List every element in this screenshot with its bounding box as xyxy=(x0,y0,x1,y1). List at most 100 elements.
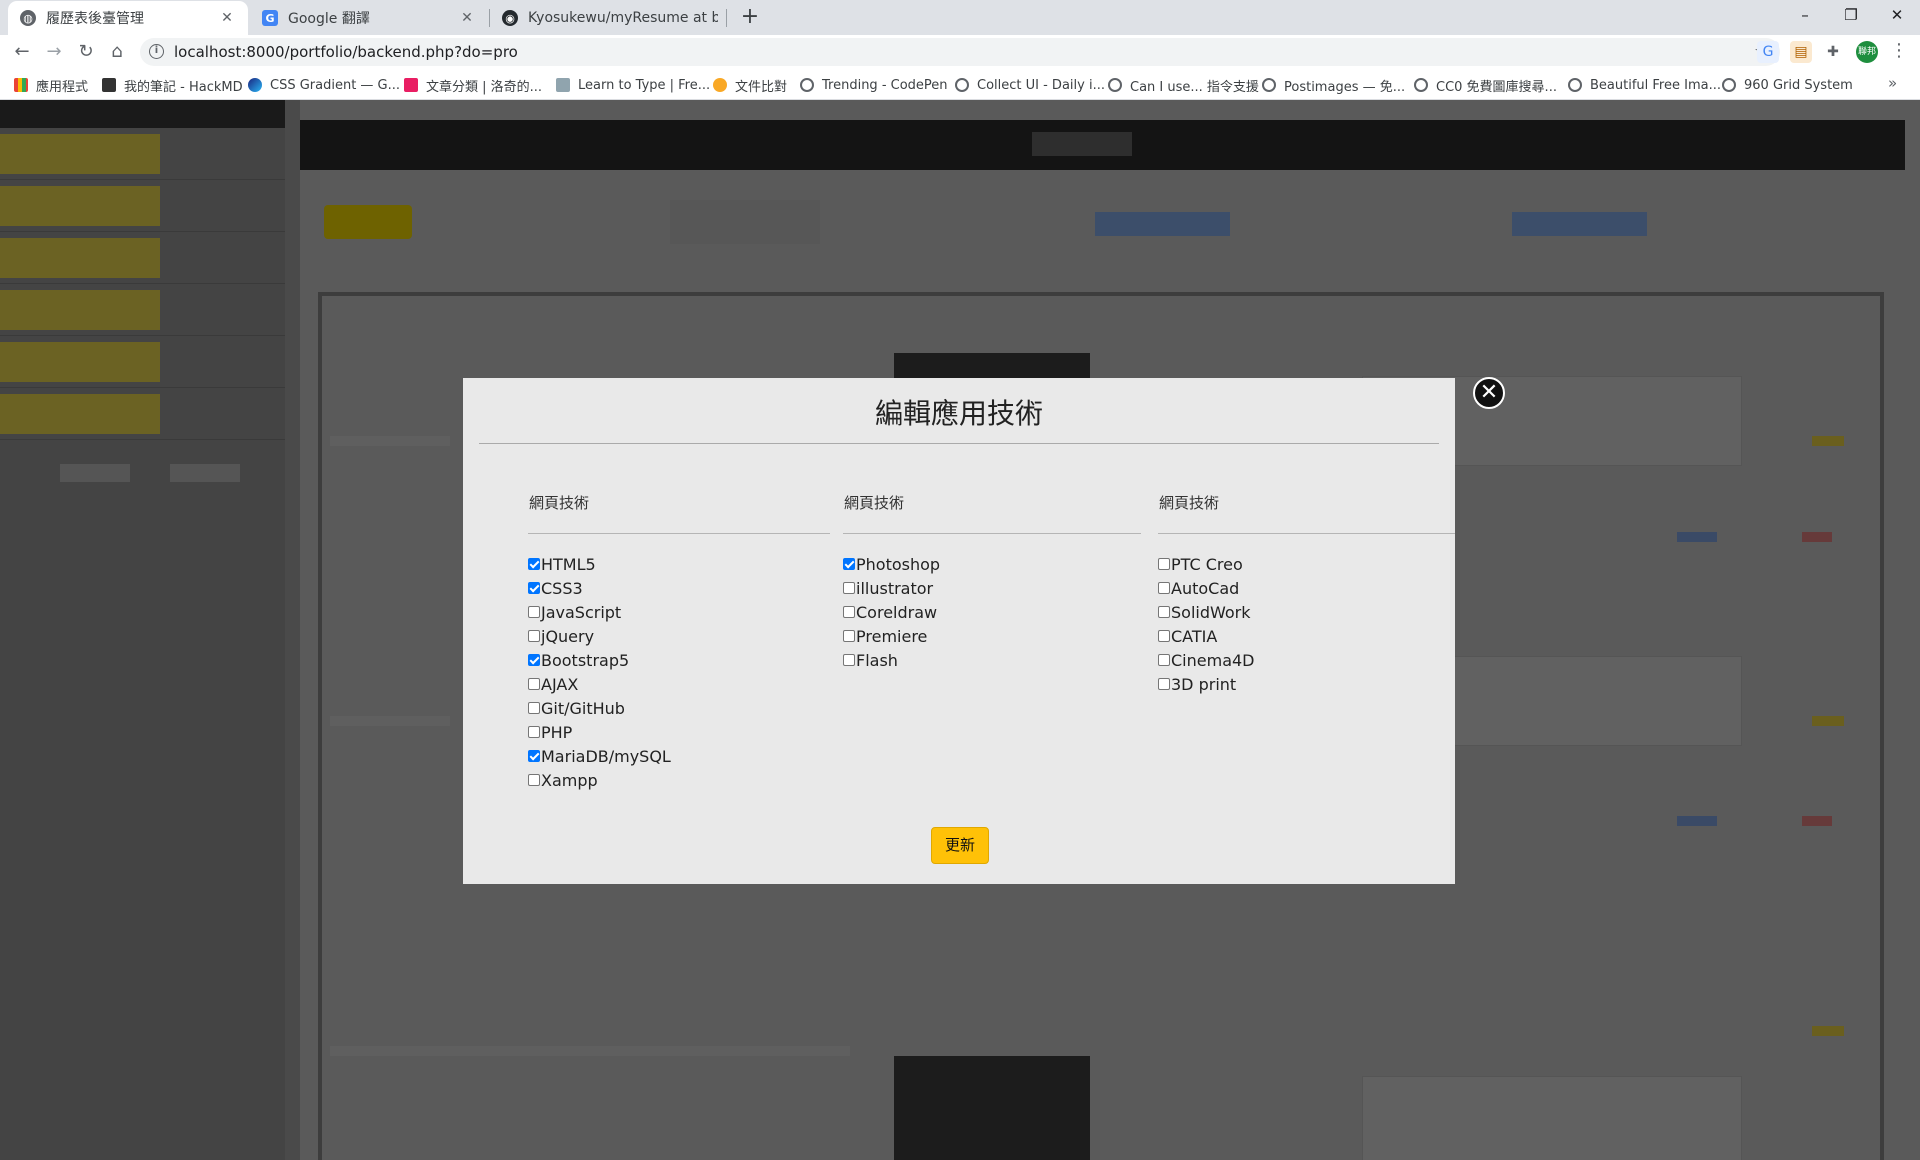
skill-option[interactable]: CATIA xyxy=(1158,624,1455,648)
skill-option[interactable]: PHP xyxy=(528,720,830,744)
skill-checkbox[interactable] xyxy=(843,582,855,594)
skill-option[interactable]: CSS3 xyxy=(528,576,830,600)
skill-checkbox[interactable] xyxy=(1158,654,1170,666)
bookmark-diff[interactable]: 文件比對 xyxy=(713,75,787,95)
forward-arrow-icon[interactable]: → xyxy=(41,39,67,65)
bookmark-hackmd[interactable]: 我的筆記 - HackMD xyxy=(102,75,243,95)
bookmark-css-gradient[interactable]: CSS Gradient — G... xyxy=(248,75,400,95)
bookmarks-more-button[interactable]: » xyxy=(1888,74,1897,92)
skill-checkbox[interactable] xyxy=(1158,678,1170,690)
bookmark-can-i-use[interactable]: Can I use... 指令支援 xyxy=(1108,75,1259,95)
skill-checkbox[interactable] xyxy=(528,726,540,738)
bookmarks-bar: 應用程式 我的筆記 - HackMD CSS Gradient — G... 文… xyxy=(0,69,1920,100)
skill-option[interactable]: Xampp xyxy=(528,768,830,792)
window-close-button[interactable]: ✕ xyxy=(1874,0,1920,32)
minimize-button[interactable]: – xyxy=(1782,0,1828,32)
tab-github[interactable]: ◉ Kyosukewu/myResume at back xyxy=(490,1,730,35)
skill-label: Git/GitHub xyxy=(541,698,625,718)
skill-option[interactable]: Git/GitHub xyxy=(528,696,830,720)
skill-option[interactable]: SolidWork xyxy=(1158,600,1455,624)
skill-checkbox[interactable] xyxy=(843,606,855,618)
bookmark-beautiful-free[interactable]: Beautiful Free Ima... xyxy=(1568,75,1721,95)
globe-icon xyxy=(800,78,814,92)
bookmark-collect-ui[interactable]: Collect UI - Daily i... xyxy=(955,75,1105,95)
skill-checkbox[interactable] xyxy=(528,558,540,570)
sidebar-item xyxy=(0,284,285,336)
modal-close-icon[interactable]: ✕ xyxy=(1473,377,1505,409)
info-icon[interactable]: i xyxy=(149,44,164,59)
skill-label: HTML5 xyxy=(541,554,596,574)
url-text[interactable]: localhost:8000/portfolio/backend.php?do=… xyxy=(174,43,518,61)
bookmark-learn-to-type[interactable]: Learn to Type | Fre... xyxy=(556,75,710,95)
skill-option[interactable]: Bootstrap5 xyxy=(528,648,830,672)
skill-option[interactable]: Coreldraw xyxy=(843,600,1141,624)
bookmark-label: Postimages — 免... xyxy=(1284,79,1406,95)
skill-checkbox[interactable] xyxy=(528,654,540,666)
skill-option[interactable]: Premiere xyxy=(843,624,1141,648)
skill-option[interactable]: PTC Creo xyxy=(1158,552,1455,576)
home-icon[interactable]: ⌂ xyxy=(104,39,130,65)
skill-option[interactable]: 3D print xyxy=(1158,672,1455,696)
skill-checkbox[interactable] xyxy=(843,654,855,666)
back-arrow-icon[interactable]: ← xyxy=(9,39,35,65)
address-bar[interactable]: i localhost:8000/portfolio/backend.php?d… xyxy=(140,38,1780,66)
skill-checkbox[interactable] xyxy=(528,750,540,762)
globe-icon: ◍ xyxy=(20,10,36,26)
skill-checkbox[interactable] xyxy=(1158,606,1170,618)
skill-option[interactable]: AutoCad xyxy=(1158,576,1455,600)
skill-checkbox[interactable] xyxy=(1158,558,1170,570)
skill-option[interactable]: Flash xyxy=(843,648,1141,672)
close-icon[interactable]: ✕ xyxy=(218,10,236,26)
skill-option[interactable]: JavaScript xyxy=(528,600,830,624)
browser-toolbar: ← → ↻ ⌂ i localhost:8000/portfolio/backe… xyxy=(0,35,1920,69)
skill-label: jQuery xyxy=(541,626,595,646)
skill-checkbox[interactable] xyxy=(528,702,540,714)
skill-checkbox[interactable] xyxy=(528,678,540,690)
skill-option[interactable]: jQuery xyxy=(528,624,830,648)
skill-option[interactable]: Photoshop xyxy=(843,552,1141,576)
skill-option[interactable]: HTML5 xyxy=(528,552,830,576)
bookmark-article[interactable]: 文章分類 | 洛奇的... xyxy=(404,75,542,95)
sidebar-item xyxy=(0,336,285,388)
skill-option[interactable]: Cinema4D xyxy=(1158,648,1455,672)
cast-extension-icon[interactable]: ▤ xyxy=(1790,41,1812,63)
sidebar-buttons xyxy=(0,440,285,482)
skill-option[interactable]: illustrator xyxy=(843,576,1141,600)
globe-icon xyxy=(1722,78,1736,92)
more-menu-icon[interactable]: ⋮ xyxy=(1890,40,1908,61)
bookmark-960-grid[interactable]: 960 Grid System xyxy=(1722,75,1853,95)
sidebar-item xyxy=(0,232,285,284)
profile-avatar[interactable]: 聯邦 xyxy=(1856,41,1878,63)
skill-option[interactable]: MariaDB/mySQL xyxy=(528,744,830,768)
skill-checkbox[interactable] xyxy=(843,630,855,642)
skill-checkbox[interactable] xyxy=(528,582,540,594)
bookmark-apps[interactable]: 應用程式 xyxy=(14,75,88,95)
skill-checkbox[interactable] xyxy=(1158,582,1170,594)
skill-checkbox[interactable] xyxy=(1158,630,1170,642)
bookmark-codepen[interactable]: Trending - CodePen xyxy=(800,75,948,95)
translate-extension-icon[interactable]: G xyxy=(1757,41,1779,63)
skill-checkbox[interactable] xyxy=(528,606,540,618)
skill-checkbox[interactable] xyxy=(528,630,540,642)
reload-icon[interactable]: ↻ xyxy=(73,39,99,65)
bookmark-label: Can I use... 指令支援 xyxy=(1130,79,1259,95)
restore-button[interactable]: ❐ xyxy=(1828,0,1874,32)
skill-option[interactable]: AJAX xyxy=(528,672,830,696)
skill-checkbox[interactable] xyxy=(843,558,855,570)
bookmark-label: 960 Grid System xyxy=(1744,77,1853,93)
update-button[interactable]: 更新 xyxy=(931,827,989,864)
bookmark-label: 我的筆記 - HackMD xyxy=(124,79,243,95)
translate-icon: G xyxy=(262,10,278,26)
sidebar-header xyxy=(0,100,285,128)
bookmark-postimages[interactable]: Postimages — 免... xyxy=(1262,75,1405,95)
close-icon[interactable]: ✕ xyxy=(458,10,476,26)
tab-google-translate[interactable]: G Google 翻譯 ✕ xyxy=(250,1,488,35)
tab-backend[interactable]: ◍ 履歷表後臺管理 ✕ xyxy=(8,1,248,35)
option-list: Photoshop illustrator Coreldraw Premiere Fla… xyxy=(843,552,1141,672)
new-tab-button[interactable]: + xyxy=(737,5,763,31)
skill-checkbox[interactable] xyxy=(528,774,540,786)
column-title: 網頁技術 xyxy=(844,494,905,512)
extensions-puzzle-icon[interactable]: ✚ xyxy=(1822,41,1844,63)
bookmark-cc0[interactable]: CC0 免費圖庫搜尋... xyxy=(1414,75,1557,95)
skill-label: Bootstrap5 xyxy=(541,650,630,670)
